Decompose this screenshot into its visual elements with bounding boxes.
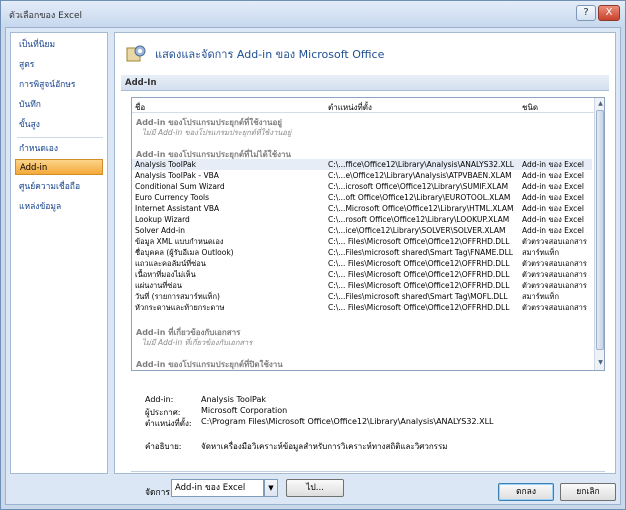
list-item[interactable]: Analysis ToolPak C:\...ffice\Office12\Li… <box>132 159 592 170</box>
column-header-type[interactable]: ชนิด <box>522 101 538 114</box>
group-empty-active: ไม่มี Add-in ของโปรแกรมประยุกต์ที่ใช้งาน… <box>142 128 292 137</box>
title-bar: ตัวเลือกของ Excel ? X <box>1 1 625 27</box>
sidebar-divider <box>17 137 103 138</box>
sidebar-item-proofing[interactable]: การพิสูจน์อักษร <box>15 77 103 93</box>
list-item[interactable]: Euro Currency Tools C:\...oft Office\Off… <box>132 192 592 203</box>
column-header-name[interactable]: ชื่อ <box>135 101 145 114</box>
column-header-location[interactable]: ตำแหน่งที่ตั้ง <box>328 101 372 114</box>
list-item[interactable]: วันที่ (รายการสมาร์ทแท็ก) C:\...Files\mi… <box>132 291 592 302</box>
manage-label: จัดการ: <box>145 488 173 498</box>
sidebar-item-formulas[interactable]: สูตร <box>15 57 103 73</box>
addins-panel: แสดงและจัดการ Add-in ของ Microsoft Offic… <box>114 32 616 498</box>
list-header: ชื่อ ตำแหน่งที่ตั้ง ชนิด <box>132 98 594 113</box>
list-item[interactable]: Lookup Wizard C:\...rosoft Office\Office… <box>132 214 592 225</box>
list-item[interactable]: แผ่นงานที่ซ่อน C:\... Files\Microsoft Of… <box>132 280 592 291</box>
list-item[interactable]: ชื่อบุคคล (ผู้รับอีเมล Outlook) C:\...Fi… <box>132 247 592 258</box>
divider <box>131 471 605 472</box>
list-item[interactable]: แถวและคอลัมน์ที่ซ่อน C:\... Files\Micros… <box>132 258 592 269</box>
list-scrollbar[interactable]: ▲ ▼ <box>594 98 604 370</box>
sidebar-item-addins[interactable]: Add-in <box>15 159 103 175</box>
manage-select[interactable]: Add-in ของ Excel <box>171 479 264 497</box>
sidebar-item-customize[interactable]: กำหนดเอง <box>15 141 103 157</box>
sidebar-item-resources[interactable]: แหล่งข้อมูล <box>15 199 103 215</box>
sidebar-item-popular[interactable]: เป็นที่นิยม <box>15 37 103 53</box>
list-item[interactable]: Conditional Sum Wizard C:\...icrosoft Of… <box>132 181 592 192</box>
scroll-thumb[interactable] <box>596 110 604 350</box>
list-item[interactable]: Solver Add-in C:\...ice\Office12\Library… <box>132 225 592 236</box>
list-item[interactable]: ข้อมูล XML แบบกำหนดเอง C:\... Files\Micr… <box>132 236 592 247</box>
sidebar-item-trust-center[interactable]: ศูนย์ความเชื่อถือ <box>15 179 103 195</box>
help-button[interactable]: ? <box>576 5 596 21</box>
close-button[interactable]: X <box>598 5 620 21</box>
detail-addin: Add-in: Analysis ToolPak <box>145 395 267 404</box>
addins-gear-icon <box>126 45 146 62</box>
scroll-up-arrow-icon[interactable]: ▲ <box>596 99 604 109</box>
list-item[interactable]: Internet Assistant VBA C:\...Microsoft O… <box>132 203 592 214</box>
detail-description: คำอธิบาย: จัดหาเครื่องมือวิเคราะห์ข้อมูล… <box>145 442 448 451</box>
window-title: ตัวเลือกของ Excel <box>9 11 82 21</box>
chevron-down-icon[interactable]: ▼ <box>264 479 278 497</box>
detail-publisher: ผู้ประกาศ: Microsoft Corporation <box>145 406 288 417</box>
list-item[interactable]: เนื้อหาที่มองไม่เห็น C:\... Files\Micros… <box>132 269 592 280</box>
dialog-body: เป็นที่นิยม สูตร การพิสูจน์อักษร บันทึก … <box>5 27 621 505</box>
group-empty-document: ไม่มี Add-in ที่เกี่ยวข้องกับเอกสาร <box>142 338 253 347</box>
group-title-disabled: Add-in ของโปรแกรมประยุกต์ที่ปิดใช้งาน <box>136 360 283 369</box>
scroll-down-arrow-icon[interactable]: ▼ <box>596 358 604 368</box>
list-item[interactable]: หัวกระดาษและท้ายกระดาษ C:\... Files\Micr… <box>132 302 592 313</box>
excel-options-dialog: ตัวเลือกของ Excel ? X เป็นที่นิยม สูตร ก… <box>0 0 626 510</box>
section-header: Add-In <box>121 75 609 91</box>
addins-list[interactable]: ชื่อ ตำแหน่งที่ตั้ง ชนิด Add-in ของโปรแก… <box>131 97 605 371</box>
go-button[interactable]: ไป... <box>286 479 344 497</box>
list-item[interactable]: Analysis ToolPak - VBA C:\...e\Office12\… <box>132 170 592 181</box>
ok-button[interactable]: ตกลง <box>498 483 554 501</box>
page-title: แสดงและจัดการ Add-in ของ Microsoft Offic… <box>155 48 385 61</box>
section-title: Add-In <box>125 78 157 88</box>
sidebar-item-save[interactable]: บันทึก <box>15 97 103 113</box>
sidebar: เป็นที่นิยม สูตร การพิสูจน์อักษร บันทึก … <box>10 32 108 474</box>
cancel-button[interactable]: ยกเลิก <box>560 483 616 501</box>
sidebar-item-advanced[interactable]: ขั้นสูง <box>15 117 103 133</box>
detail-location: ตำแหน่งที่ตั้ง: C:\Program Files\Microso… <box>145 417 494 428</box>
